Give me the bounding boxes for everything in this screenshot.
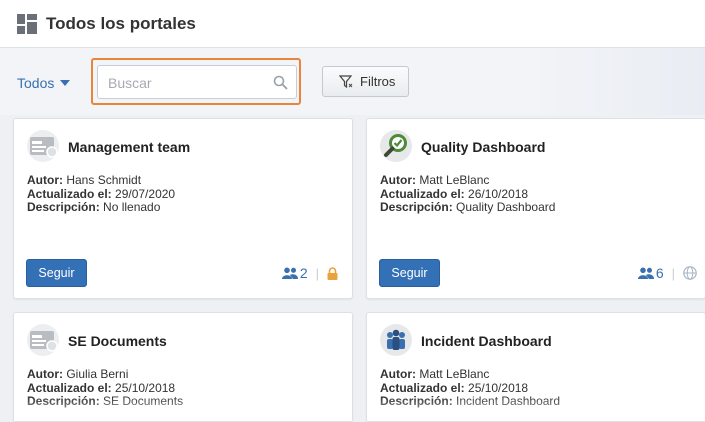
description-label: Descripción: [27,394,100,408]
updated-value: 26/10/2018 [468,186,529,201]
incident-people-icon [380,324,412,356]
quality-magnifier-icon [380,130,412,162]
divider: | [315,265,319,281]
card-meta: Autor: Matt LeBlanc Actualizado el: 25/1… [380,367,561,409]
members-icon[interactable] [281,267,298,279]
author-value: Hans Schmidt [66,173,142,187]
filter-icon [339,75,353,89]
lock-icon [327,266,338,280]
page-header: Todos los portales [0,0,705,48]
card-meta: Autor: Giulia Berni Actualizado el: 25/1… [27,367,184,409]
author-label: Autor: [27,173,63,187]
description-label: Descripción: [380,200,453,214]
card-stats: 2 | [281,265,338,281]
updated-label: Actualizado el: [27,380,112,395]
description-value: SE Documents [103,394,184,408]
card-title[interactable]: Incident Dashboard [421,333,552,349]
page-title: Todos los portales [46,14,196,33]
updated-value: 29/07/2020 [115,186,176,201]
card-title[interactable]: Quality Dashboard [421,139,545,155]
description-value: Quality Dashboard [456,200,556,214]
portal-card-incident-dashboard[interactable]: Incident Dashboard Autor: Matt LeBlanc A… [366,312,705,422]
updated-label: Actualizado el: [27,186,112,201]
updated-label: Actualizado el: [380,186,465,201]
generic-portal-icon [27,130,59,162]
updated-label: Actualizado el: [380,380,465,395]
portal-card-se-documents[interactable]: SE Documents Autor: Giulia Berni Actuali… [13,312,353,422]
portals-grid-icon [17,14,37,34]
description-label: Descripción: [27,200,100,214]
follow-button[interactable]: Seguir [26,259,87,287]
author-label: Autor: [380,367,416,381]
portal-card-management-team[interactable]: Management team Autor: Hans Schmidt Actu… [13,118,353,299]
description-value: Incident Dashboard [456,394,561,408]
updated-value: 25/10/2018 [468,380,529,395]
members-count: 6 [655,265,664,281]
description-value: No llenado [103,200,161,214]
divider: | [671,265,675,281]
portal-card-quality-dashboard[interactable]: Quality Dashboard Autor: Matt LeBlanc Ac… [366,118,705,299]
updated-value: 25/10/2018 [115,380,176,395]
author-value: Giulia Berni [66,367,129,381]
filters-button-label: Filtros [360,74,396,89]
author-label: Autor: [380,173,416,187]
card-stats: 6 | [637,265,697,281]
card-meta: Autor: Matt LeBlanc Actualizado el: 26/1… [380,173,556,215]
scope-dropdown-label: Todos [17,75,55,91]
author-label: Autor: [27,367,63,381]
toolbar: Todos Filtros [0,48,705,115]
author-value: Matt LeBlanc [419,173,490,187]
members-count: 2 [299,265,308,281]
description-label: Descripción: [380,394,453,408]
card-title[interactable]: Management team [68,139,190,155]
caret-down-icon [60,80,71,86]
scope-dropdown[interactable]: Todos [17,75,71,91]
search-box [97,65,297,99]
members-icon[interactable] [637,267,654,279]
generic-portal-icon [27,324,59,356]
search-icon[interactable] [273,75,288,90]
search-input[interactable] [106,72,270,94]
author-value: Matt LeBlanc [419,367,490,381]
card-meta: Autor: Hans Schmidt Actualizado el: 29/0… [27,173,176,215]
follow-button[interactable]: Seguir [379,259,440,287]
card-title[interactable]: SE Documents [68,333,167,349]
globe-icon [683,266,697,280]
filters-button[interactable]: Filtros [322,66,409,97]
